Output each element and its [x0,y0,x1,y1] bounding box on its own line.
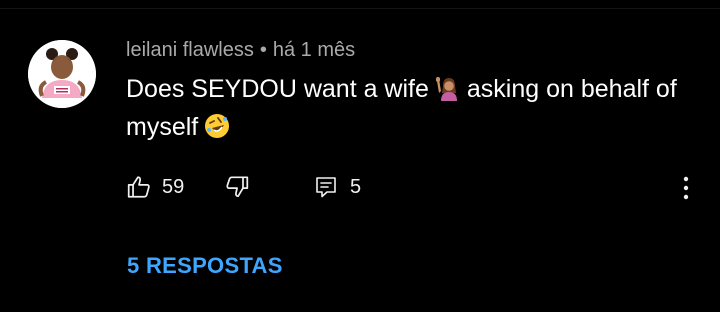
author-name[interactable]: leilani flawless [126,39,254,61]
more-vertical-icon [683,176,689,200]
reply-icon [316,177,336,198]
avatar[interactable] [28,40,96,108]
meta-separator: • [259,39,267,61]
rofl-emoji-icon [204,112,230,138]
avatar-illustration [28,40,96,108]
thumbs-down-icon [226,176,249,198]
reply-button[interactable]: 5 [314,172,361,202]
comment-thread: leilani flawless • há 1 mês Does SEYDOU wa… [0,0,720,312]
like-button[interactable]: 59 [126,172,184,202]
view-replies-link[interactable]: 5 RESPOSTAS [127,253,283,279]
reply-count: 5 [350,175,362,198]
like-count: 59 [162,175,185,198]
raising-hand-emoji-icon [435,74,461,101]
comment-text-part1: Does SEYDOU want a wife [126,75,429,103]
comment-time: há 1 mês [272,39,356,61]
dislike-button[interactable] [222,172,250,202]
comment-text: Does SEYDOU want a wife asking on behalf… [126,70,706,146]
thumbs-up-icon [127,176,150,198]
more-options-button[interactable] [674,174,698,202]
comment-meta: leilani flawless • há 1 mês [126,38,355,62]
comment-actions: 59 5 [126,172,706,202]
